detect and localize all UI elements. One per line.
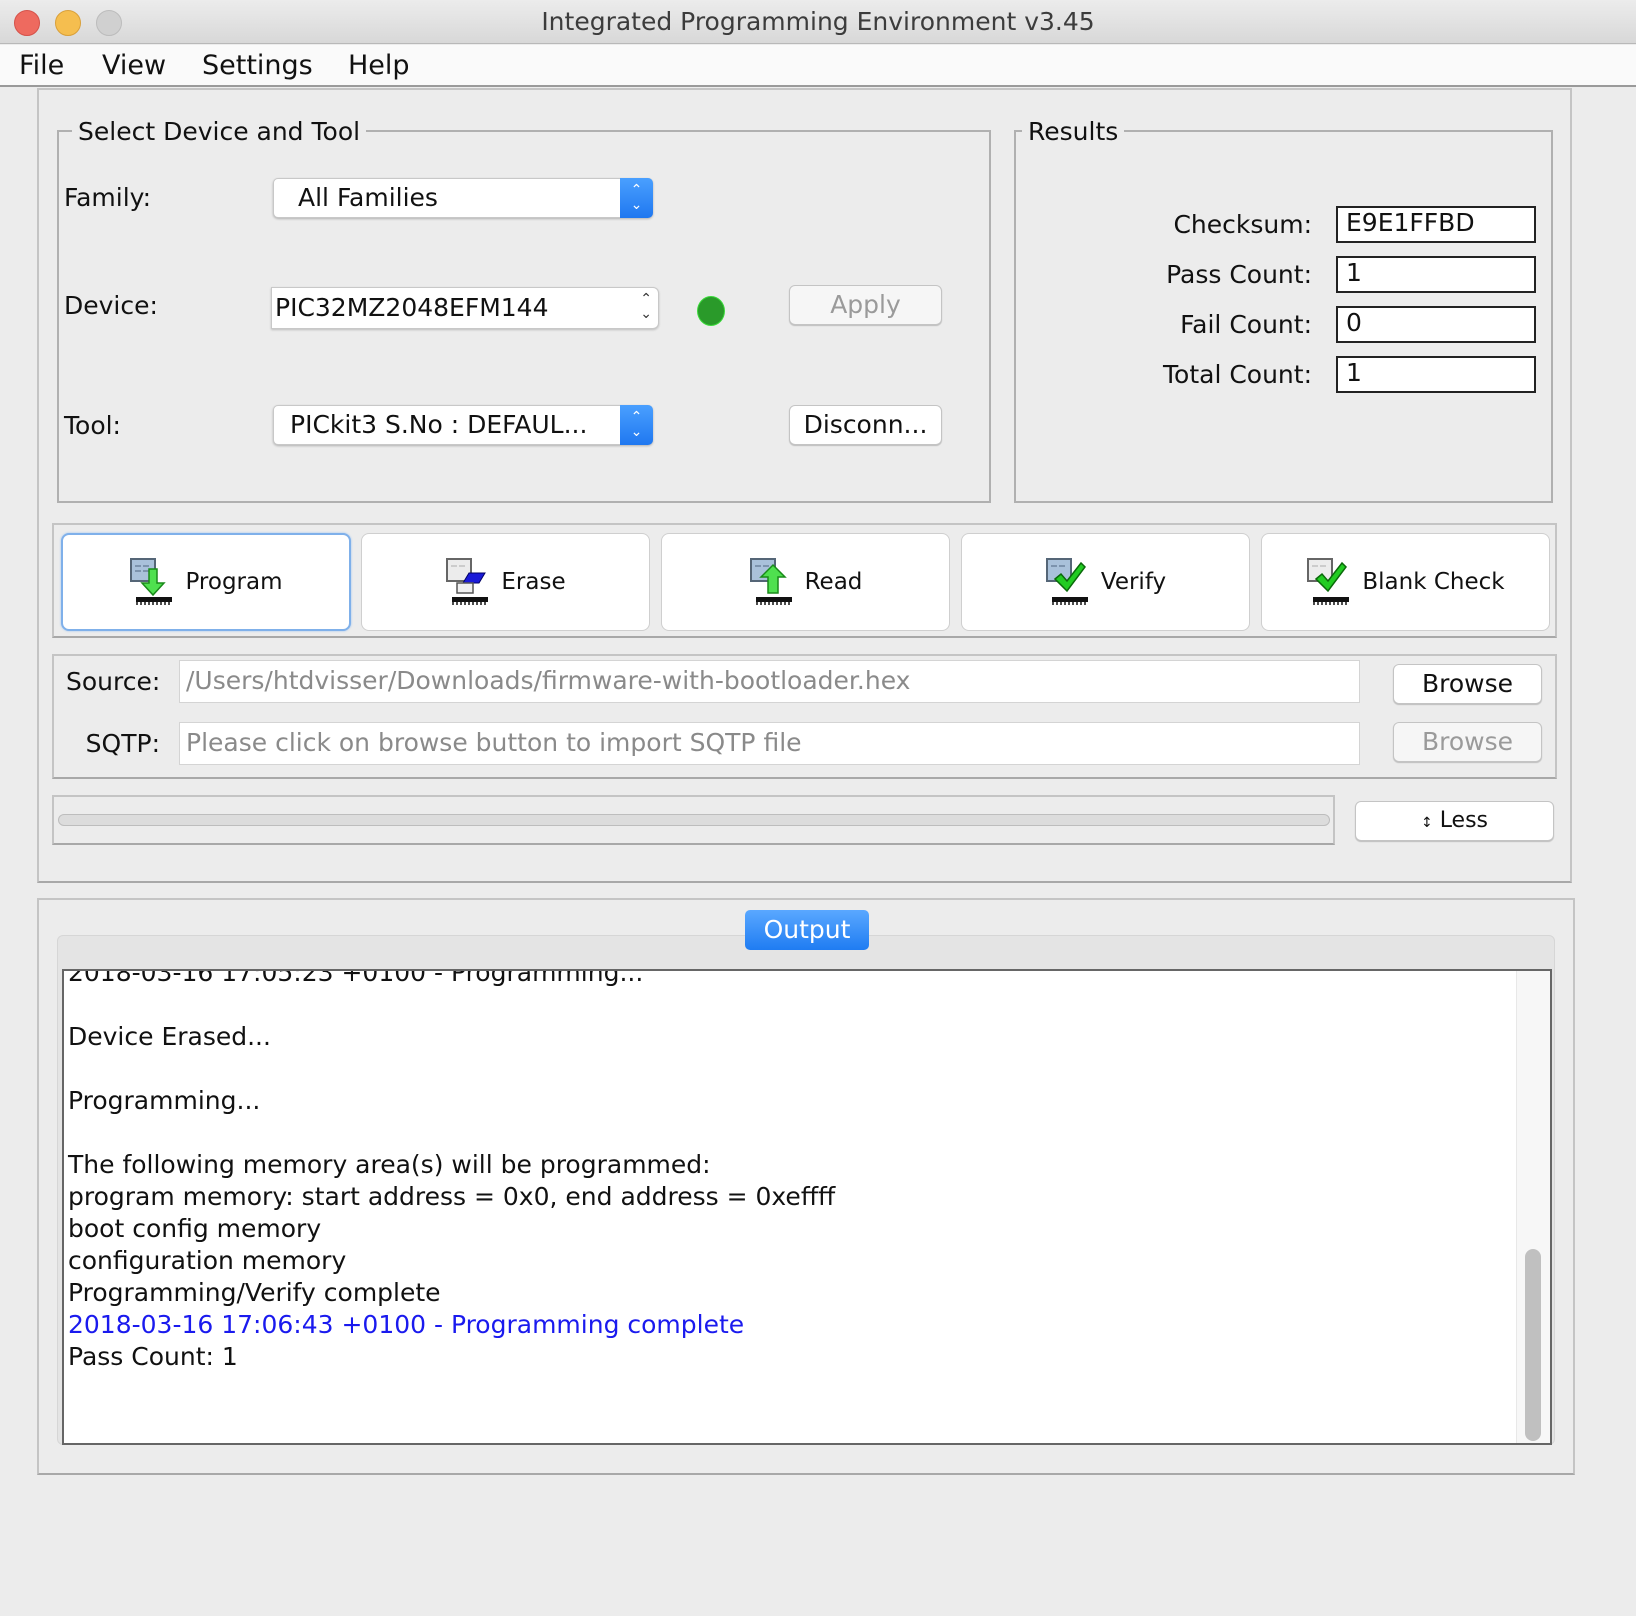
- log-line: boot config memory: [68, 1214, 322, 1243]
- title-bar: Integrated Programming Environment v3.45: [0, 0, 1636, 44]
- tool-value: PICkit3 S.No : DEFAUL...: [290, 410, 588, 439]
- read-icon: [749, 558, 792, 605]
- blank-check-label: Blank Check: [1362, 569, 1505, 595]
- chevron-up-down-icon: ⌃ ⌄: [620, 405, 653, 445]
- menu-bar: File View Settings Help: [0, 45, 1636, 87]
- checksum-field: E9E1FFBD: [1336, 206, 1536, 243]
- output-log[interactable]: 2018-03-16 17:05:23 +0100 - Programming.…: [62, 969, 1552, 1445]
- window-title: Integrated Programming Environment v3.45: [541, 7, 1095, 36]
- family-value: All Families: [298, 183, 438, 212]
- output-log-content: 2018-03-16 17:05:23 +0100 - Programming.…: [68, 969, 836, 1373]
- results-legend: Results: [1022, 117, 1125, 147]
- device-tool-legend: Select Device and Tool: [72, 117, 367, 147]
- log-line: 2018-03-16 17:06:43 +0100 - Programming …: [68, 1310, 745, 1339]
- output-tab[interactable]: Output: [745, 910, 869, 950]
- less-button[interactable]: ↕ Less: [1355, 801, 1554, 841]
- log-line: configuration memory: [68, 1246, 347, 1275]
- log-line: program memory: start address = 0x0, end…: [68, 1182, 836, 1211]
- fail-count-field: 0: [1336, 306, 1536, 343]
- total-count-field: 1: [1336, 356, 1536, 393]
- sqtp-field[interactable]: Please click on browse button to import …: [179, 722, 1360, 765]
- program-label: Program: [185, 569, 283, 595]
- verify-icon: [1045, 558, 1088, 605]
- erase-button[interactable]: Erase: [361, 533, 650, 631]
- device-label: Device:: [64, 291, 158, 320]
- family-select[interactable]: All Families ⌃ ⌄: [273, 178, 653, 218]
- menu-view[interactable]: View: [102, 49, 166, 83]
- log-line: Pass Count: 1: [68, 1342, 238, 1371]
- sqtp-label: SQTP:: [85, 729, 160, 758]
- apply-button[interactable]: Apply: [789, 285, 942, 325]
- source-browse-button[interactable]: Browse: [1393, 664, 1542, 704]
- log-line: Programming...: [68, 1086, 261, 1115]
- pass-count-field: 1: [1336, 256, 1536, 293]
- sqtp-browse-button[interactable]: Browse: [1393, 722, 1542, 762]
- collapse-icon: ↕: [1420, 815, 1433, 831]
- vertical-scrollbar[interactable]: [1516, 971, 1550, 1443]
- erase-label: Erase: [501, 569, 566, 595]
- device-spinner-icon[interactable]: ⌃ ⌄: [640, 292, 652, 322]
- program-icon: [130, 558, 173, 605]
- log-line: Device Erased...: [68, 1022, 271, 1051]
- device-value: PIC32MZ2048EFM144: [275, 293, 549, 322]
- erase-icon: [446, 558, 489, 605]
- fail-count-label: Fail Count:: [1180, 310, 1312, 339]
- menu-file[interactable]: File: [19, 49, 64, 83]
- chevron-up-down-icon: ⌃ ⌄: [620, 178, 653, 218]
- connection-status-indicator: [697, 296, 725, 326]
- disconnect-button[interactable]: Disconn...: [789, 405, 942, 445]
- device-combobox[interactable]: PIC32MZ2048EFM144 ⌃ ⌄: [271, 287, 659, 329]
- source-path-field[interactable]: /Users/htdvisser/Downloads/firmware-with…: [179, 660, 1360, 703]
- checksum-label: Checksum:: [1173, 210, 1312, 239]
- less-label: Less: [1439, 808, 1489, 833]
- log-line: Programming/Verify complete: [68, 1278, 441, 1307]
- scrollbar-thumb[interactable]: [1525, 1249, 1541, 1441]
- verify-label: Verify: [1100, 569, 1167, 595]
- zoom-window-button[interactable]: [96, 10, 122, 36]
- tool-label: Tool:: [64, 411, 121, 440]
- log-line: The following memory area(s) will be pro…: [68, 1150, 711, 1179]
- read-label: Read: [804, 569, 863, 595]
- blank-check-button[interactable]: Blank Check: [1261, 533, 1550, 631]
- source-label: Source:: [66, 667, 161, 696]
- menu-settings[interactable]: Settings: [202, 49, 313, 83]
- family-label: Family:: [64, 183, 152, 212]
- minimize-window-button[interactable]: [55, 10, 81, 36]
- total-count-label: Total Count:: [1163, 360, 1312, 389]
- blank-check-icon: [1307, 558, 1350, 605]
- menu-help[interactable]: Help: [348, 49, 410, 83]
- close-window-button[interactable]: [14, 10, 40, 36]
- tool-select[interactable]: PICkit3 S.No : DEFAUL... ⌃ ⌄: [273, 405, 653, 445]
- verify-button[interactable]: Verify: [961, 533, 1250, 631]
- progress-bar: [58, 814, 1330, 826]
- pass-count-label: Pass Count:: [1166, 260, 1312, 289]
- read-button[interactable]: Read: [661, 533, 950, 631]
- log-line: 2018-03-16 17:05:23 +0100 - Programming.…: [68, 969, 644, 987]
- program-button[interactable]: Program: [61, 533, 351, 631]
